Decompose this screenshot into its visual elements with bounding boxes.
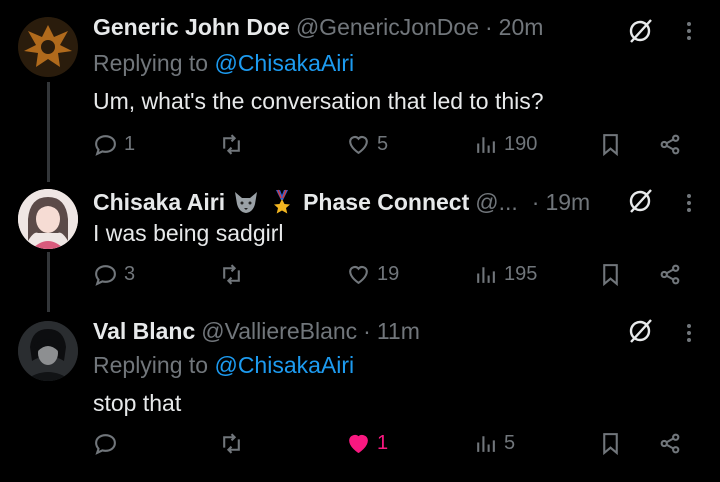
timestamp[interactable]: 20m: [499, 14, 544, 41]
tweet-text: Um, what's the conversation that led to …: [93, 88, 544, 114]
bookmark-button[interactable]: [598, 262, 623, 287]
views-count: 190: [504, 133, 538, 155]
like-button[interactable]: 1: [346, 431, 388, 456]
reply-count: 1: [124, 133, 136, 155]
reply-icon: [95, 265, 116, 286]
share-button[interactable]: [658, 431, 683, 456]
display-name[interactable]: Generic John Doe: [93, 14, 290, 41]
like-count: 19: [377, 263, 400, 285]
reply-icon: [95, 434, 116, 455]
views-button[interactable]: 5: [473, 431, 515, 456]
views-icon: [477, 436, 495, 452]
views-icon: [477, 137, 495, 153]
tweet[interactable]: Chisaka Airi Phase Connect @... · 19m I …: [0, 180, 720, 310]
separator-dot: ·: [531, 188, 540, 215]
replying-to-prefix: Replying to: [93, 50, 209, 76]
share-icon: [660, 433, 680, 454]
retweet-icon: [223, 264, 240, 285]
views-button[interactable]: 190: [473, 132, 537, 157]
medal-emoji-icon: [274, 189, 291, 214]
bookmark-button[interactable]: [598, 431, 623, 456]
action-bar: 3 19 195: [93, 262, 720, 292]
reply-count: 3: [124, 263, 136, 285]
replying-to-prefix: Replying to: [93, 352, 209, 378]
more-icon[interactable]: [680, 188, 698, 218]
tweet-text: stop that: [93, 390, 182, 416]
reply-button[interactable]: [93, 431, 124, 456]
retweet-button[interactable]: [219, 132, 250, 157]
more-icon[interactable]: [680, 318, 698, 348]
avatar[interactable]: [18, 17, 78, 77]
user-handle[interactable]: @GenericJonDoe: [296, 14, 479, 41]
like-count: 5: [377, 133, 389, 155]
like-icon: [349, 266, 368, 285]
bookmark-icon: [603, 264, 618, 287]
user-handle[interactable]: @ValliereBlanc: [201, 318, 357, 345]
display-name[interactable]: Val Blanc: [93, 318, 195, 345]
action-bar: 1 5: [93, 431, 720, 461]
retweet-icon: [223, 433, 240, 454]
reply-button[interactable]: 3: [93, 262, 135, 287]
more-icon[interactable]: [680, 16, 698, 46]
avatar[interactable]: [18, 189, 78, 249]
replying-to: Replying to @ChisakaAiri: [93, 352, 354, 379]
retweet-button[interactable]: [219, 431, 250, 456]
reply-button[interactable]: 1: [93, 132, 135, 157]
mention-link[interactable]: @ChisakaAiri: [214, 352, 354, 378]
grok-icon[interactable]: [625, 186, 655, 216]
action-bar: 1 5 190: [93, 132, 720, 162]
share-icon: [660, 134, 680, 155]
like-filled-icon: [349, 435, 368, 454]
mention-link[interactable]: @ChisakaAiri: [214, 50, 354, 76]
bookmark-icon: [603, 134, 618, 157]
avatar-portrait-icon: [18, 321, 78, 381]
share-icon: [660, 264, 680, 285]
avatar[interactable]: [18, 321, 78, 381]
avatar-portrait-icon: [18, 189, 78, 249]
avatar-emblem-icon: [18, 17, 78, 77]
views-icon: [477, 267, 495, 283]
user-handle[interactable]: @...: [475, 189, 518, 216]
grok-icon[interactable]: [625, 316, 655, 346]
tweet[interactable]: Generic John Doe @GenericJonDoe · 20m Re…: [0, 0, 720, 180]
views-count: 5: [504, 432, 516, 454]
views-button[interactable]: 195: [473, 262, 537, 287]
like-icon: [349, 136, 368, 155]
like-button[interactable]: 5: [346, 132, 388, 157]
retweet-button[interactable]: [219, 262, 250, 287]
like-button[interactable]: 19: [346, 262, 399, 287]
bookmark-icon: [603, 433, 618, 456]
grok-icon[interactable]: [625, 16, 655, 46]
like-count: 1: [377, 432, 389, 454]
reply-icon: [95, 135, 116, 156]
share-button[interactable]: [658, 132, 683, 157]
wolf-emoji-icon: [235, 192, 258, 213]
replying-to: Replying to @ChisakaAiri: [93, 50, 354, 77]
separator-dot: ·: [485, 14, 493, 40]
retweet-icon: [223, 134, 240, 155]
affiliation-badge[interactable]: Phase Connect: [303, 189, 469, 216]
tweet-text: I was being sadgirl: [93, 220, 284, 246]
views-count: 195: [504, 263, 538, 285]
timestamp[interactable]: 19m: [545, 189, 590, 216]
bookmark-button[interactable]: [598, 132, 623, 157]
tweet[interactable]: Val Blanc @ValliereBlanc · 11m Replying …: [0, 310, 720, 482]
separator-dot: ·: [363, 318, 371, 344]
share-button[interactable]: [658, 262, 683, 287]
timestamp[interactable]: 11m: [377, 318, 420, 345]
display-name[interactable]: Chisaka Airi: [93, 189, 225, 216]
